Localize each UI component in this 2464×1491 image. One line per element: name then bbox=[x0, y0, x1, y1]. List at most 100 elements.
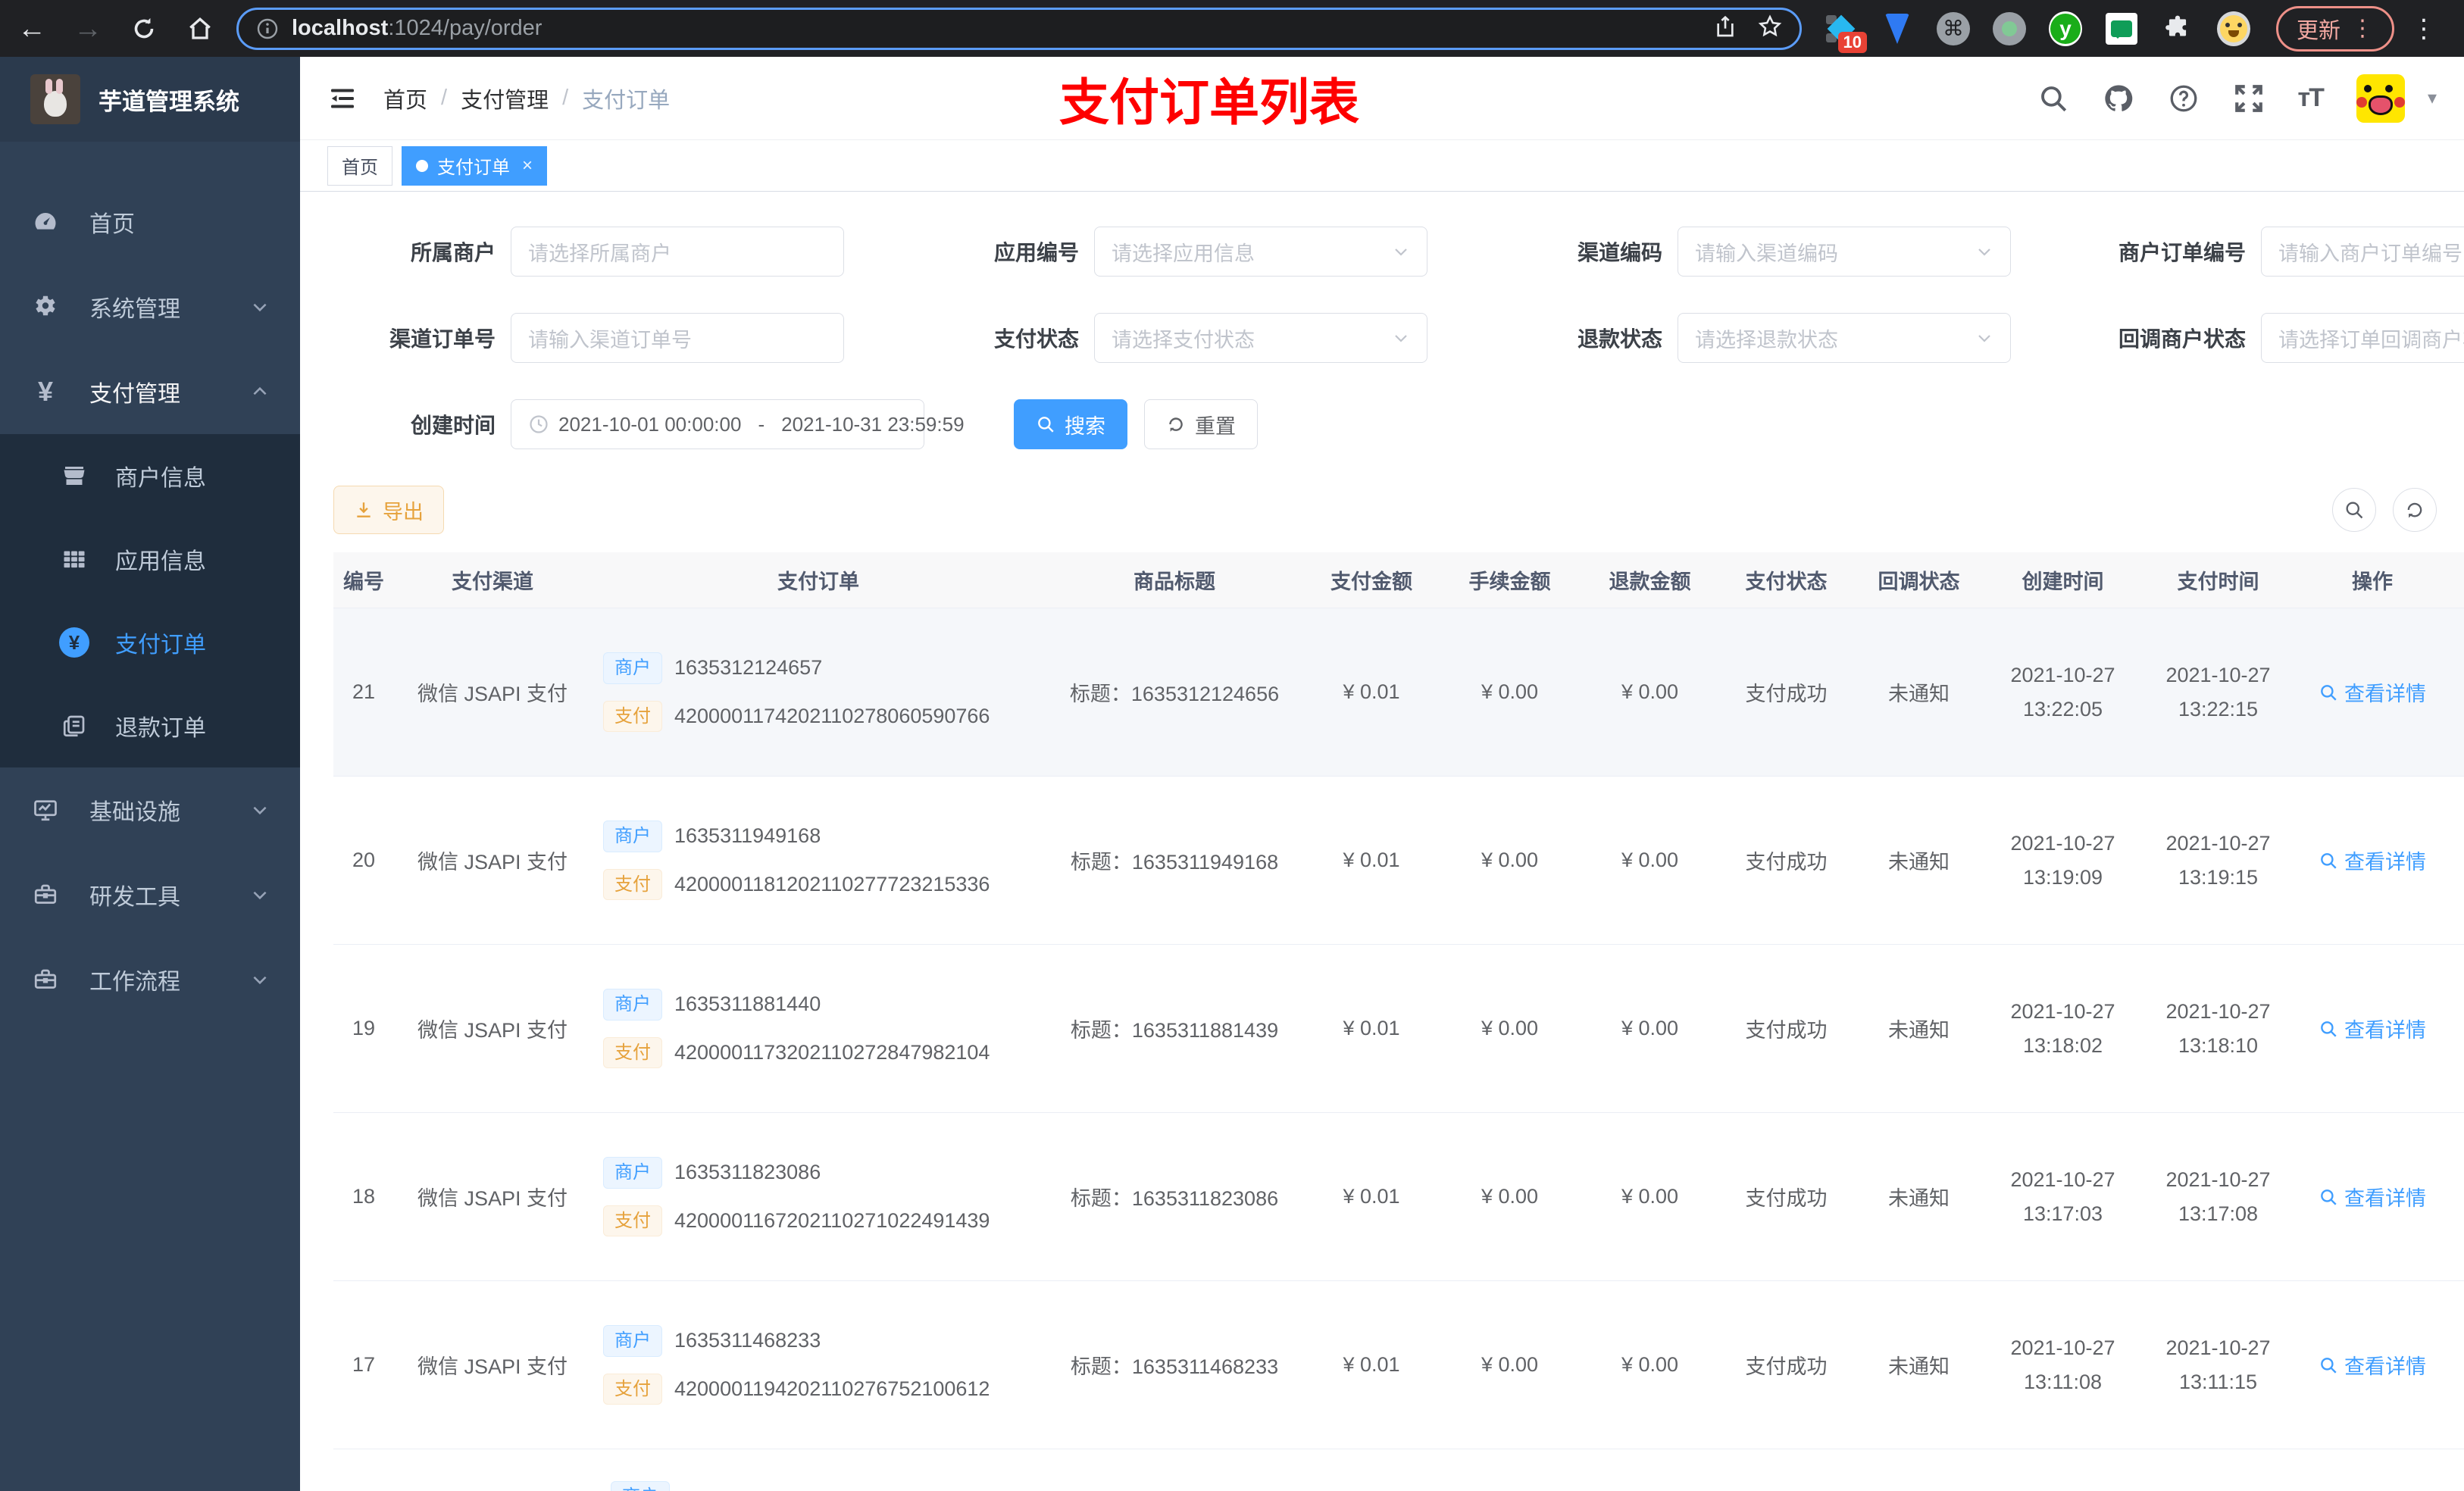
extension-kite-icon[interactable] bbox=[1881, 12, 1914, 45]
extensions-puzzle-icon[interactable] bbox=[2161, 12, 2194, 45]
app-logo bbox=[30, 74, 80, 124]
cell-pay-status: 支付成功 bbox=[1745, 1019, 1828, 1042]
cell-pay-time: 2021-10-27 13:18:10 bbox=[2165, 999, 2271, 1057]
filter-label: 支付状态 bbox=[993, 327, 1079, 351]
tab-home[interactable]: 首页 bbox=[327, 145, 392, 186]
breadcrumb: 首页 / 支付管理 / 支付订单 bbox=[383, 83, 670, 114]
cell-order-id: 18 bbox=[352, 1185, 376, 1208]
extension-dot-icon[interactable] bbox=[1993, 11, 2026, 45]
export-button[interactable]: 导出 bbox=[333, 486, 444, 534]
profile-avatar-icon[interactable] bbox=[2217, 11, 2250, 46]
search-icon[interactable] bbox=[2037, 83, 2069, 114]
sidebar-item-system[interactable]: 系统管理 bbox=[0, 264, 300, 349]
filter-channel-order-no: 渠道订单号 请输入渠道订单号 bbox=[333, 313, 844, 363]
browser-toolbar: ← → localhost:1024/pay/order 10 ⌘ y 更新 ⋮… bbox=[0, 0, 2464, 57]
extension-command-icon[interactable]: ⌘ bbox=[1937, 11, 1970, 45]
sidebar-item-workflow[interactable]: 工作流程 bbox=[0, 937, 300, 1022]
sidebar-item-home[interactable]: 首页 bbox=[0, 180, 300, 264]
chevron-down-icon bbox=[1975, 329, 1993, 347]
extension-y-icon[interactable]: y bbox=[2049, 11, 2082, 46]
pay-tag: 支付 bbox=[603, 868, 662, 900]
view-detail-link[interactable]: 查看详情 bbox=[2319, 1350, 2426, 1380]
sidebar-collapse-icon[interactable] bbox=[327, 83, 358, 114]
column-header: 支付状态 bbox=[1745, 570, 1828, 593]
sidebar-item-infrastructure[interactable]: 基础设施 bbox=[0, 767, 300, 852]
bookmark-star-icon[interactable] bbox=[1757, 14, 1783, 43]
fullscreen-icon[interactable] bbox=[2233, 83, 2265, 114]
extension-chat-icon[interactable] bbox=[2105, 12, 2138, 45]
breadcrumb-home[interactable]: 首页 bbox=[383, 83, 427, 114]
help-icon[interactable] bbox=[2168, 83, 2200, 114]
merchant-order-no: 1635311468233 bbox=[674, 1329, 821, 1352]
refresh-table-button[interactable] bbox=[2393, 488, 2437, 532]
filter-merchant-input[interactable]: 请选择所属商户 bbox=[511, 227, 844, 277]
search-button[interactable]: 搜索 bbox=[1014, 399, 1127, 449]
sidebar-item-pay-order[interactable]: ¥ 支付订单 bbox=[0, 601, 300, 684]
filter-refund-status-select[interactable]: 请选择退款状态 bbox=[1678, 313, 2011, 363]
reset-button[interactable]: 重置 bbox=[1144, 399, 1258, 449]
pay-order-no: 4200001174202110278060590766 bbox=[674, 704, 990, 727]
filter-pay-status-select[interactable]: 请选择支付状态 bbox=[1094, 313, 1427, 363]
view-detail-link[interactable]: 查看详情 bbox=[2319, 1182, 2426, 1211]
reset-button-label: 重置 bbox=[1195, 414, 1236, 438]
cell-fee-amount: ¥ 0.00 bbox=[1481, 1017, 1539, 1039]
browser-menu-icon[interactable]: ⋮ bbox=[2411, 14, 2437, 44]
filter-channel-code-select[interactable]: 请输入渠道编码 bbox=[1678, 227, 2011, 277]
date-end[interactable]: 2021-10-31 23:59:59 bbox=[781, 413, 964, 436]
cell-fee-amount: ¥ 0.00 bbox=[1481, 680, 1539, 703]
pay-tag: 支付 bbox=[603, 1205, 662, 1236]
column-header: 支付渠道 bbox=[452, 570, 533, 593]
pay-tag: 支付 bbox=[603, 1036, 662, 1068]
column-header: 商品标题 bbox=[1134, 570, 1215, 593]
filter-label: 渠道编码 bbox=[1577, 241, 1662, 264]
merchant-order-no: 1635311949168 bbox=[674, 824, 821, 848]
view-detail-link[interactable]: 查看详情 bbox=[2319, 1014, 2426, 1043]
sidebar-item-label: 系统管理 bbox=[89, 297, 180, 322]
sidebar-item-merchant-info[interactable]: 商户信息 bbox=[0, 434, 300, 517]
sidebar-item-pay-manage[interactable]: ¥ 支付管理 bbox=[0, 349, 300, 434]
filter-create-time: 创建时间 2021-10-01 00:00:00 - 2021-10-31 23… bbox=[333, 399, 965, 449]
filter-callback-status-select[interactable]: 请选择订单回调商户状态 bbox=[2261, 313, 2464, 363]
address-bar[interactable]: localhost:1024/pay/order bbox=[236, 7, 1802, 50]
chrome-update-button[interactable]: 更新 ⋮ bbox=[2276, 5, 2395, 52]
back-icon[interactable]: ← bbox=[17, 14, 47, 44]
filter-app-no-select[interactable]: 请选择应用信息 bbox=[1094, 227, 1427, 277]
user-avatar[interactable] bbox=[2356, 73, 2405, 123]
home-icon[interactable] bbox=[185, 14, 215, 44]
date-range-input[interactable]: 2021-10-01 00:00:00 - 2021-10-31 23:59:5… bbox=[511, 399, 965, 449]
filter-merchant-order-no-input[interactable]: 请输入商户订单编号 bbox=[2261, 227, 2464, 277]
info-icon[interactable] bbox=[255, 17, 280, 41]
toggle-search-button[interactable] bbox=[2332, 488, 2376, 532]
filter-label: 渠道订单号 bbox=[389, 327, 496, 351]
column-header: 编号 bbox=[343, 570, 384, 593]
cell-notify-status: 未通知 bbox=[1888, 1355, 1950, 1378]
cell-pay-status: 支付成功 bbox=[1745, 851, 1828, 874]
breadcrumb-pay-manage[interactable]: 支付管理 bbox=[461, 83, 549, 114]
sidebar-item-label: 退款订单 bbox=[115, 716, 206, 741]
filter-channel-order-no-input[interactable]: 请输入渠道订单号 bbox=[511, 313, 844, 363]
view-detail-link[interactable]: 查看详情 bbox=[2319, 677, 2426, 707]
sidebar-item-refund-order[interactable]: 退款订单 bbox=[0, 684, 300, 767]
github-icon[interactable] bbox=[2103, 83, 2134, 114]
sidebar-item-app-info[interactable]: 应用信息 bbox=[0, 517, 300, 601]
avatar-caret-icon[interactable]: ▾ bbox=[2428, 87, 2437, 109]
date-separator: - bbox=[758, 412, 765, 436]
date-start[interactable]: 2021-10-01 00:00:00 bbox=[558, 413, 741, 436]
placeholder-text: 请选择订单回调商户状态 bbox=[2278, 328, 2464, 352]
view-detail-link[interactable]: 查看详情 bbox=[2319, 846, 2426, 875]
forward-icon[interactable]: → bbox=[73, 14, 103, 44]
sidebar-logo-row[interactable]: 芋道管理系统 bbox=[0, 57, 300, 142]
tab-close-icon[interactable]: × bbox=[522, 155, 533, 177]
store-icon bbox=[59, 462, 89, 489]
column-header: 支付金额 bbox=[1330, 570, 1412, 593]
filter-label: 所属商户 bbox=[410, 241, 496, 264]
browser-nav: ← → bbox=[17, 14, 215, 44]
toolbox-icon bbox=[30, 881, 61, 908]
sidebar-item-dev-tools[interactable]: 研发工具 bbox=[0, 852, 300, 937]
extension-diamond-icon[interactable]: 10 bbox=[1825, 12, 1867, 53]
url-text[interactable]: localhost:1024/pay/order bbox=[292, 16, 1701, 41]
tab-pay-order[interactable]: 支付订单 × bbox=[402, 145, 548, 186]
reload-icon[interactable] bbox=[129, 14, 159, 44]
font-size-icon[interactable]: тT bbox=[2298, 83, 2325, 113]
share-icon[interactable] bbox=[1713, 14, 1737, 42]
